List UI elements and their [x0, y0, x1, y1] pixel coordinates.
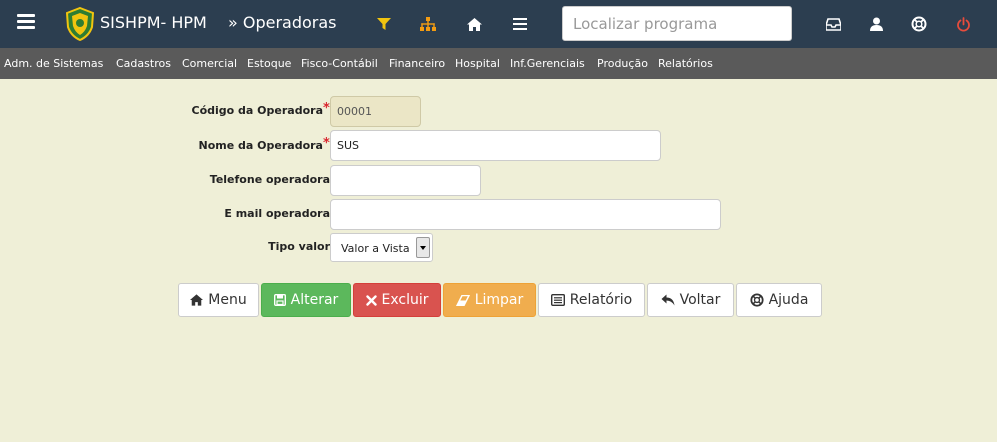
top-navbar: SISHPM- HPM » Operadoras [0, 0, 997, 48]
lifebuoy-icon[interactable] [909, 14, 929, 34]
menu-item-inf-gerenciais[interactable]: Inf.Gerenciais [510, 57, 585, 70]
relatorio-button-label: Relatório [569, 292, 633, 308]
excluir-button-label: Excluir [381, 292, 429, 308]
email-label: E mail operadora [224, 207, 330, 220]
lifebuoy-icon [750, 293, 764, 307]
ajuda-button-label: Ajuda [768, 292, 809, 308]
home-icon [190, 294, 204, 306]
codigo-field[interactable] [330, 96, 421, 127]
tipo-valor-select[interactable]: Valor a Vista [330, 233, 433, 262]
user-icon[interactable] [866, 14, 886, 34]
menu-item-estoque[interactable]: Estoque [247, 57, 291, 70]
alterar-button-label: Alterar [290, 292, 339, 308]
save-icon [273, 294, 286, 306]
menu-item-cadastros[interactable]: Cadastros [116, 57, 171, 70]
telefone-label: Telefone operadora [209, 173, 330, 186]
relatorio-button[interactable]: Relatório [538, 283, 645, 317]
sitemap-icon[interactable] [418, 14, 438, 34]
codigo-label: Código da Operadora [191, 104, 323, 117]
module-menu-bar: Adm. de Sistemas Cadastros Comercial Est… [0, 48, 997, 79]
menu-button[interactable]: Menu [178, 283, 259, 317]
tipo-valor-selected: Valor a Vista [341, 242, 410, 255]
codigo-required-mark: * [323, 101, 330, 116]
menu-button-label: Menu [208, 292, 247, 308]
excluir-button[interactable]: Excluir [353, 283, 441, 317]
limpar-button[interactable]: Limpar [443, 283, 536, 317]
menu-item-producao[interactable]: Produção [597, 57, 648, 70]
menu-icon[interactable] [17, 14, 35, 34]
voltar-button-label: Voltar [679, 292, 721, 308]
menu-item-adm-sistemas[interactable]: Adm. de Sistemas [4, 57, 103, 70]
list-icon[interactable] [510, 14, 530, 34]
inbox-icon[interactable] [823, 14, 843, 34]
reply-icon [661, 294, 675, 306]
tipo-valor-label: Tipo valor [268, 240, 330, 253]
menu-item-financeiro[interactable]: Financeiro [389, 57, 445, 70]
limpar-button-label: Limpar [474, 292, 524, 308]
alterar-button[interactable]: Alterar [261, 283, 351, 317]
list-alt-icon [550, 294, 565, 306]
ajuda-button[interactable]: Ajuda [736, 283, 822, 317]
menu-item-relatorios[interactable]: Relatórios [658, 57, 713, 70]
breadcrumb: » Operadoras [228, 13, 337, 32]
voltar-button[interactable]: Voltar [647, 283, 734, 317]
telefone-field[interactable] [330, 165, 481, 196]
chevron-down-icon[interactable] [416, 237, 430, 258]
nome-required-mark: * [323, 136, 330, 151]
menu-item-fisco-contabil[interactable]: Fisco-Contábil [301, 57, 378, 70]
power-icon[interactable] [953, 14, 973, 34]
filter-icon[interactable] [374, 14, 394, 34]
nome-field[interactable] [330, 130, 661, 161]
nome-label: Nome da Operadora [198, 139, 323, 152]
eraser-icon [455, 294, 470, 306]
close-icon [365, 294, 377, 306]
app-title[interactable]: SISHPM- HPM [100, 13, 207, 32]
email-field[interactable] [330, 199, 721, 230]
search-input[interactable] [562, 6, 792, 41]
home-icon[interactable] [464, 14, 484, 34]
menu-item-comercial[interactable]: Comercial [182, 57, 237, 70]
menu-item-hospital[interactable]: Hospital [455, 57, 500, 70]
logo [65, 7, 95, 41]
